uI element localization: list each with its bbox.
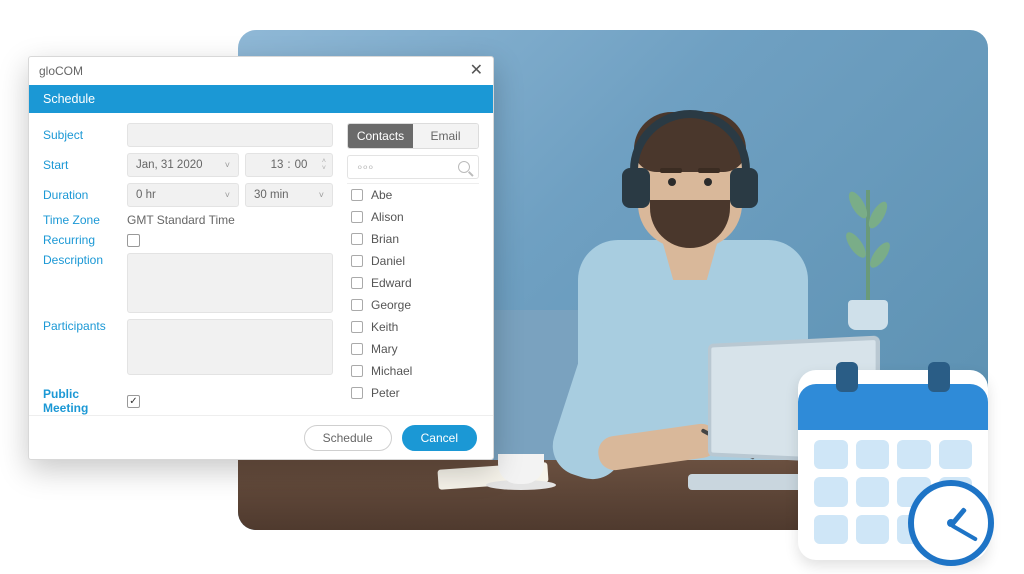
duration-hours-select[interactable]: 0 hr ˅ (127, 183, 239, 207)
description-textarea[interactable] (127, 253, 333, 313)
chevron-down-icon: ˅ (319, 190, 324, 200)
contact-checkbox[interactable] (351, 277, 363, 289)
start-hour: 13 (271, 159, 284, 171)
participant-tabs: Contacts Email (347, 123, 479, 149)
start-date-select[interactable]: Jan, 31 2020 ˅ (127, 153, 239, 177)
calendar-clock-icon (798, 370, 988, 560)
label-participants: Participants (43, 319, 121, 333)
titlebar: gloCOM ✕ (29, 57, 493, 85)
chevron-down-icon: ˅ (225, 160, 230, 170)
contact-list: Abe Alison Brian Daniel Edward George Keith Mar… (347, 183, 479, 407)
contact-name: Abe (371, 188, 392, 202)
contact-item[interactable]: Daniel (347, 250, 479, 272)
contact-item[interactable]: Edward (347, 272, 479, 294)
start-minute: 00 (295, 159, 308, 171)
contact-name: Brian (371, 232, 399, 246)
contact-name: Keith (371, 320, 398, 334)
contact-item[interactable]: Samuel (347, 404, 479, 407)
share-icon: ∘∘∘ (356, 160, 373, 174)
tab-email[interactable]: Email (413, 124, 478, 148)
contact-item[interactable]: Peter (347, 382, 479, 404)
timezone-value: GMT Standard Time (127, 213, 235, 227)
chevron-down-icon: ˅ (225, 190, 230, 200)
contact-item[interactable]: Alison (347, 206, 479, 228)
contact-checkbox[interactable] (351, 321, 363, 333)
contact-checkbox[interactable] (351, 365, 363, 377)
window-title: gloCOM (39, 64, 83, 78)
label-start: Start (43, 158, 121, 172)
contact-item[interactable]: Brian (347, 228, 479, 250)
cancel-button[interactable]: Cancel (402, 425, 477, 451)
contact-name: George (371, 298, 411, 312)
time-spinner-icon[interactable]: ˄˅ (322, 158, 326, 172)
contact-checkbox[interactable] (351, 299, 363, 311)
label-duration: Duration (43, 188, 121, 202)
contact-name: Mary (371, 342, 398, 356)
contact-name: Peter (371, 386, 400, 400)
duration-minutes-select[interactable]: 30 min ˅ (245, 183, 333, 207)
header-label: Schedule (43, 92, 95, 106)
label-timezone: Time Zone (43, 213, 121, 227)
contacts-column: Contacts Email ∘∘∘ Abe Alison Brian Daniel E… (347, 123, 479, 407)
contact-item[interactable]: Mary (347, 338, 479, 360)
start-date-value: Jan, 31 2020 (136, 159, 203, 171)
tab-contacts[interactable]: Contacts (348, 124, 413, 148)
schedule-button[interactable]: Schedule (304, 425, 392, 451)
label-subject: Subject (43, 128, 121, 142)
schedule-meeting-window: gloCOM ✕ Schedule Subject Start Jan, 31 … (28, 56, 494, 460)
contact-checkbox[interactable] (351, 189, 363, 201)
search-icon (458, 161, 470, 173)
dialog-footer: Schedule Cancel (29, 415, 493, 459)
public-meeting-checkbox[interactable]: ✓ (127, 395, 140, 408)
start-time-input[interactable]: 13 : 00 ˄˅ (245, 153, 333, 177)
contact-item[interactable]: Keith (347, 316, 479, 338)
contact-checkbox[interactable] (351, 343, 363, 355)
subject-input[interactable] (127, 123, 333, 147)
recurring-checkbox[interactable] (127, 234, 140, 247)
contact-checkbox[interactable] (351, 255, 363, 267)
contact-search-input[interactable]: ∘∘∘ (347, 155, 479, 179)
close-icon[interactable]: ✕ (470, 63, 483, 79)
contact-item[interactable]: George (347, 294, 479, 316)
label-description: Description (43, 253, 121, 267)
contact-name: Alison (371, 210, 404, 224)
duration-hours-value: 0 hr (136, 189, 156, 201)
contact-item[interactable]: Michael (347, 360, 479, 382)
form-column: Subject Start Jan, 31 2020 ˅ 13 : 00 ˄˅ (43, 123, 333, 407)
duration-minutes-value: 30 min (254, 189, 289, 201)
participants-box[interactable] (127, 319, 333, 375)
contact-name: Daniel (371, 254, 405, 268)
time-separator: : (287, 159, 290, 171)
contact-name: Michael (371, 364, 412, 378)
label-recurring: Recurring (43, 233, 121, 247)
contact-checkbox[interactable] (351, 233, 363, 245)
contact-checkbox[interactable] (351, 211, 363, 223)
contact-item[interactable]: Abe (347, 184, 479, 206)
section-header: Schedule (29, 85, 493, 113)
label-public-meeting: Public Meeting (43, 387, 121, 415)
contact-name: Edward (371, 276, 412, 290)
contact-checkbox[interactable] (351, 387, 363, 399)
